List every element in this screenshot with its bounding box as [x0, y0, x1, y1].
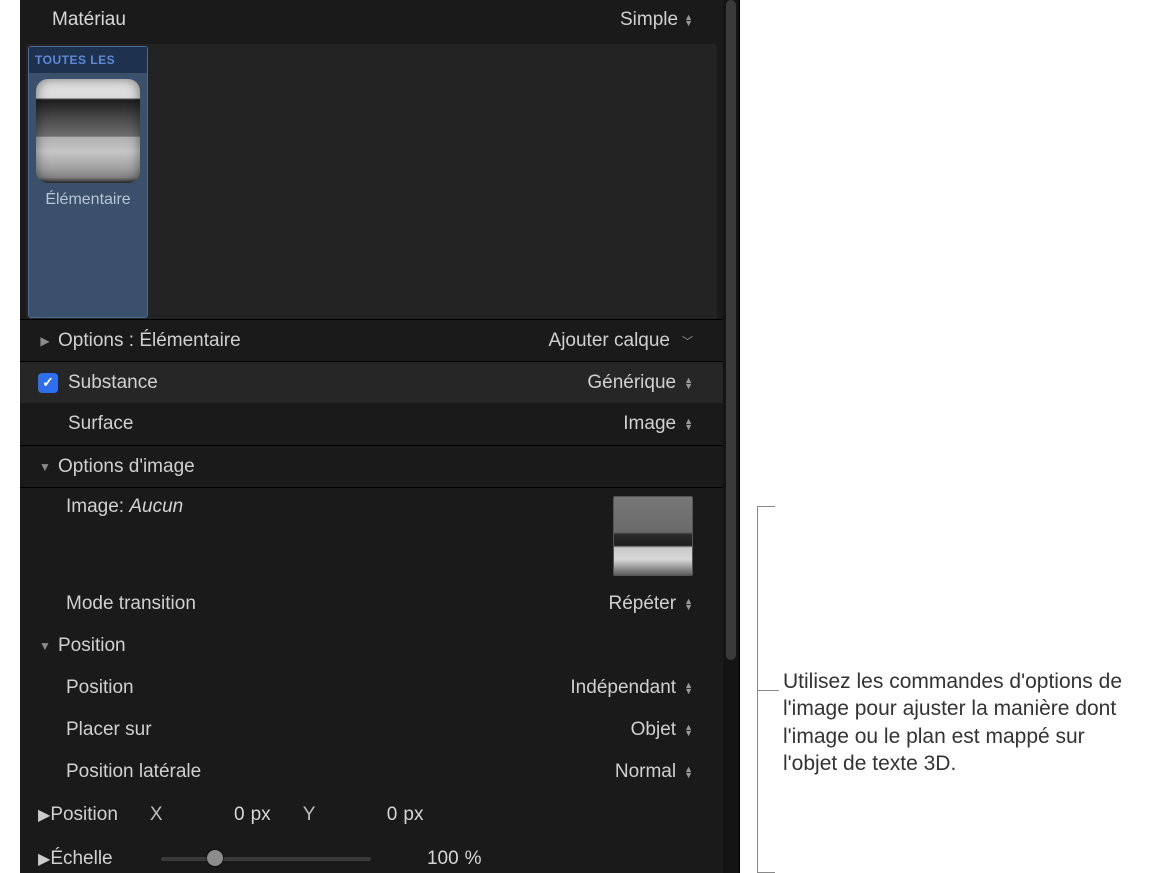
material-mode-popup[interactable]: Simple ▲▼ — [620, 9, 693, 31]
surface-row: Surface Image ▲▼ — [20, 403, 723, 445]
substance-row: ✓ Substance Générique ▲▼ — [20, 361, 723, 403]
scale-label: Échelle — [50, 848, 112, 870]
side-placement-popup[interactable]: Normal ▲▼ — [615, 761, 693, 783]
surface-popup[interactable]: Image ▲▼ — [623, 413, 693, 435]
add-layer-popup[interactable]: Ajouter calque ﹀ — [549, 330, 693, 352]
material-title: Matériau — [52, 9, 126, 31]
disclosure-icon[interactable]: ▼ — [38, 639, 52, 653]
thumbnail-tab[interactable]: TOUTES LES — [29, 47, 147, 73]
placeon-label: Placer sur — [66, 719, 152, 741]
placement-label: Position — [66, 677, 134, 699]
disclosure-icon[interactable]: ▶ — [38, 334, 52, 348]
scrollbar-track[interactable] — [723, 0, 739, 873]
thumbnail-image — [36, 79, 140, 183]
image-assign-row: Image: Aucun — [20, 487, 723, 583]
placement-section-row: ▼ Position — [20, 625, 723, 667]
placeon-popup[interactable]: Objet ▲▼ — [631, 719, 693, 741]
scale-slider[interactable] — [161, 857, 371, 861]
wrap-mode-popup[interactable]: Répéter ▲▼ — [608, 593, 693, 615]
callout-tick-top — [757, 506, 775, 507]
updown-icon: ▲▼ — [684, 724, 693, 736]
disclosure-icon[interactable]: ▶ — [38, 849, 50, 869]
y-unit: px — [403, 804, 423, 826]
updown-icon: ▲▼ — [684, 682, 693, 694]
x-unit: px — [251, 804, 271, 826]
options-elementaire-row: ▶ Options : Élémentaire Ajouter calque ﹀ — [20, 319, 723, 361]
updown-icon: ▲▼ — [684, 598, 693, 610]
material-preview-area: TOUTES LES Élémentaire — [26, 44, 717, 319]
inspector-panel: Matériau Simple ▲▼ TOUTES LES Élémentair… — [20, 0, 740, 873]
disclosure-icon[interactable]: ▶ — [38, 805, 50, 825]
wrap-mode-label: Mode transition — [66, 593, 196, 615]
side-placement-row: Position latérale Normal ▲▼ — [20, 751, 723, 793]
placement-row: Position Indépendant ▲▼ — [20, 667, 723, 709]
placement-section-label: Position — [58, 635, 126, 657]
image-well[interactable] — [613, 496, 693, 576]
y-label: Y — [303, 804, 316, 826]
surface-label: Surface — [68, 413, 133, 435]
updown-icon: ▲▼ — [684, 14, 693, 26]
substance-checkbox[interactable]: ✓ — [38, 373, 58, 393]
substance-label: Substance — [68, 372, 158, 394]
updown-icon: ▲▼ — [684, 418, 693, 430]
scale-value[interactable]: 100 — [389, 848, 459, 870]
material-mode-value: Simple — [620, 9, 678, 31]
updown-icon: ▲▼ — [684, 377, 693, 389]
slider-thumb[interactable] — [207, 850, 223, 866]
inspector-content: Matériau Simple ▲▼ TOUTES LES Élémentair… — [20, 0, 723, 873]
image-options-label: Options d'image — [58, 456, 195, 478]
placement-popup[interactable]: Indépendant ▲▼ — [570, 677, 693, 699]
scale-unit: % — [465, 848, 482, 870]
x-label: X — [150, 804, 163, 826]
callout-lead — [757, 690, 779, 691]
scale-row: ▶ Échelle 100 % — [20, 837, 723, 873]
callout-text: Utilisez les commandes d'options de l'im… — [783, 668, 1143, 777]
options-elementaire-label: Options : Élémentaire — [58, 330, 241, 352]
x-value[interactable]: 0 — [175, 804, 245, 826]
placeon-row: Placer sur Objet ▲▼ — [20, 709, 723, 751]
image-options-row: ▼ Options d'image — [20, 445, 723, 487]
wrap-mode-row: Mode transition Répéter ▲▼ — [20, 583, 723, 625]
thumbnail-label: Élémentaire — [29, 191, 147, 209]
y-value[interactable]: 0 — [327, 804, 397, 826]
scrollbar-thumb[interactable] — [726, 0, 736, 660]
position-xy-row: ▶ Position X 0 px Y 0 px — [20, 793, 723, 837]
updown-icon: ▲▼ — [684, 766, 693, 778]
position-label: Position — [50, 804, 118, 826]
disclosure-icon[interactable]: ▼ — [38, 460, 52, 474]
material-header: Matériau Simple ▲▼ — [20, 0, 723, 44]
side-placement-label: Position latérale — [66, 761, 201, 783]
substance-popup[interactable]: Générique ▲▼ — [587, 372, 693, 394]
image-label: Image: Aucun — [66, 496, 183, 518]
chevron-down-icon: ﹀ — [682, 333, 693, 349]
material-thumbnail-card[interactable]: TOUTES LES Élémentaire — [28, 46, 148, 318]
